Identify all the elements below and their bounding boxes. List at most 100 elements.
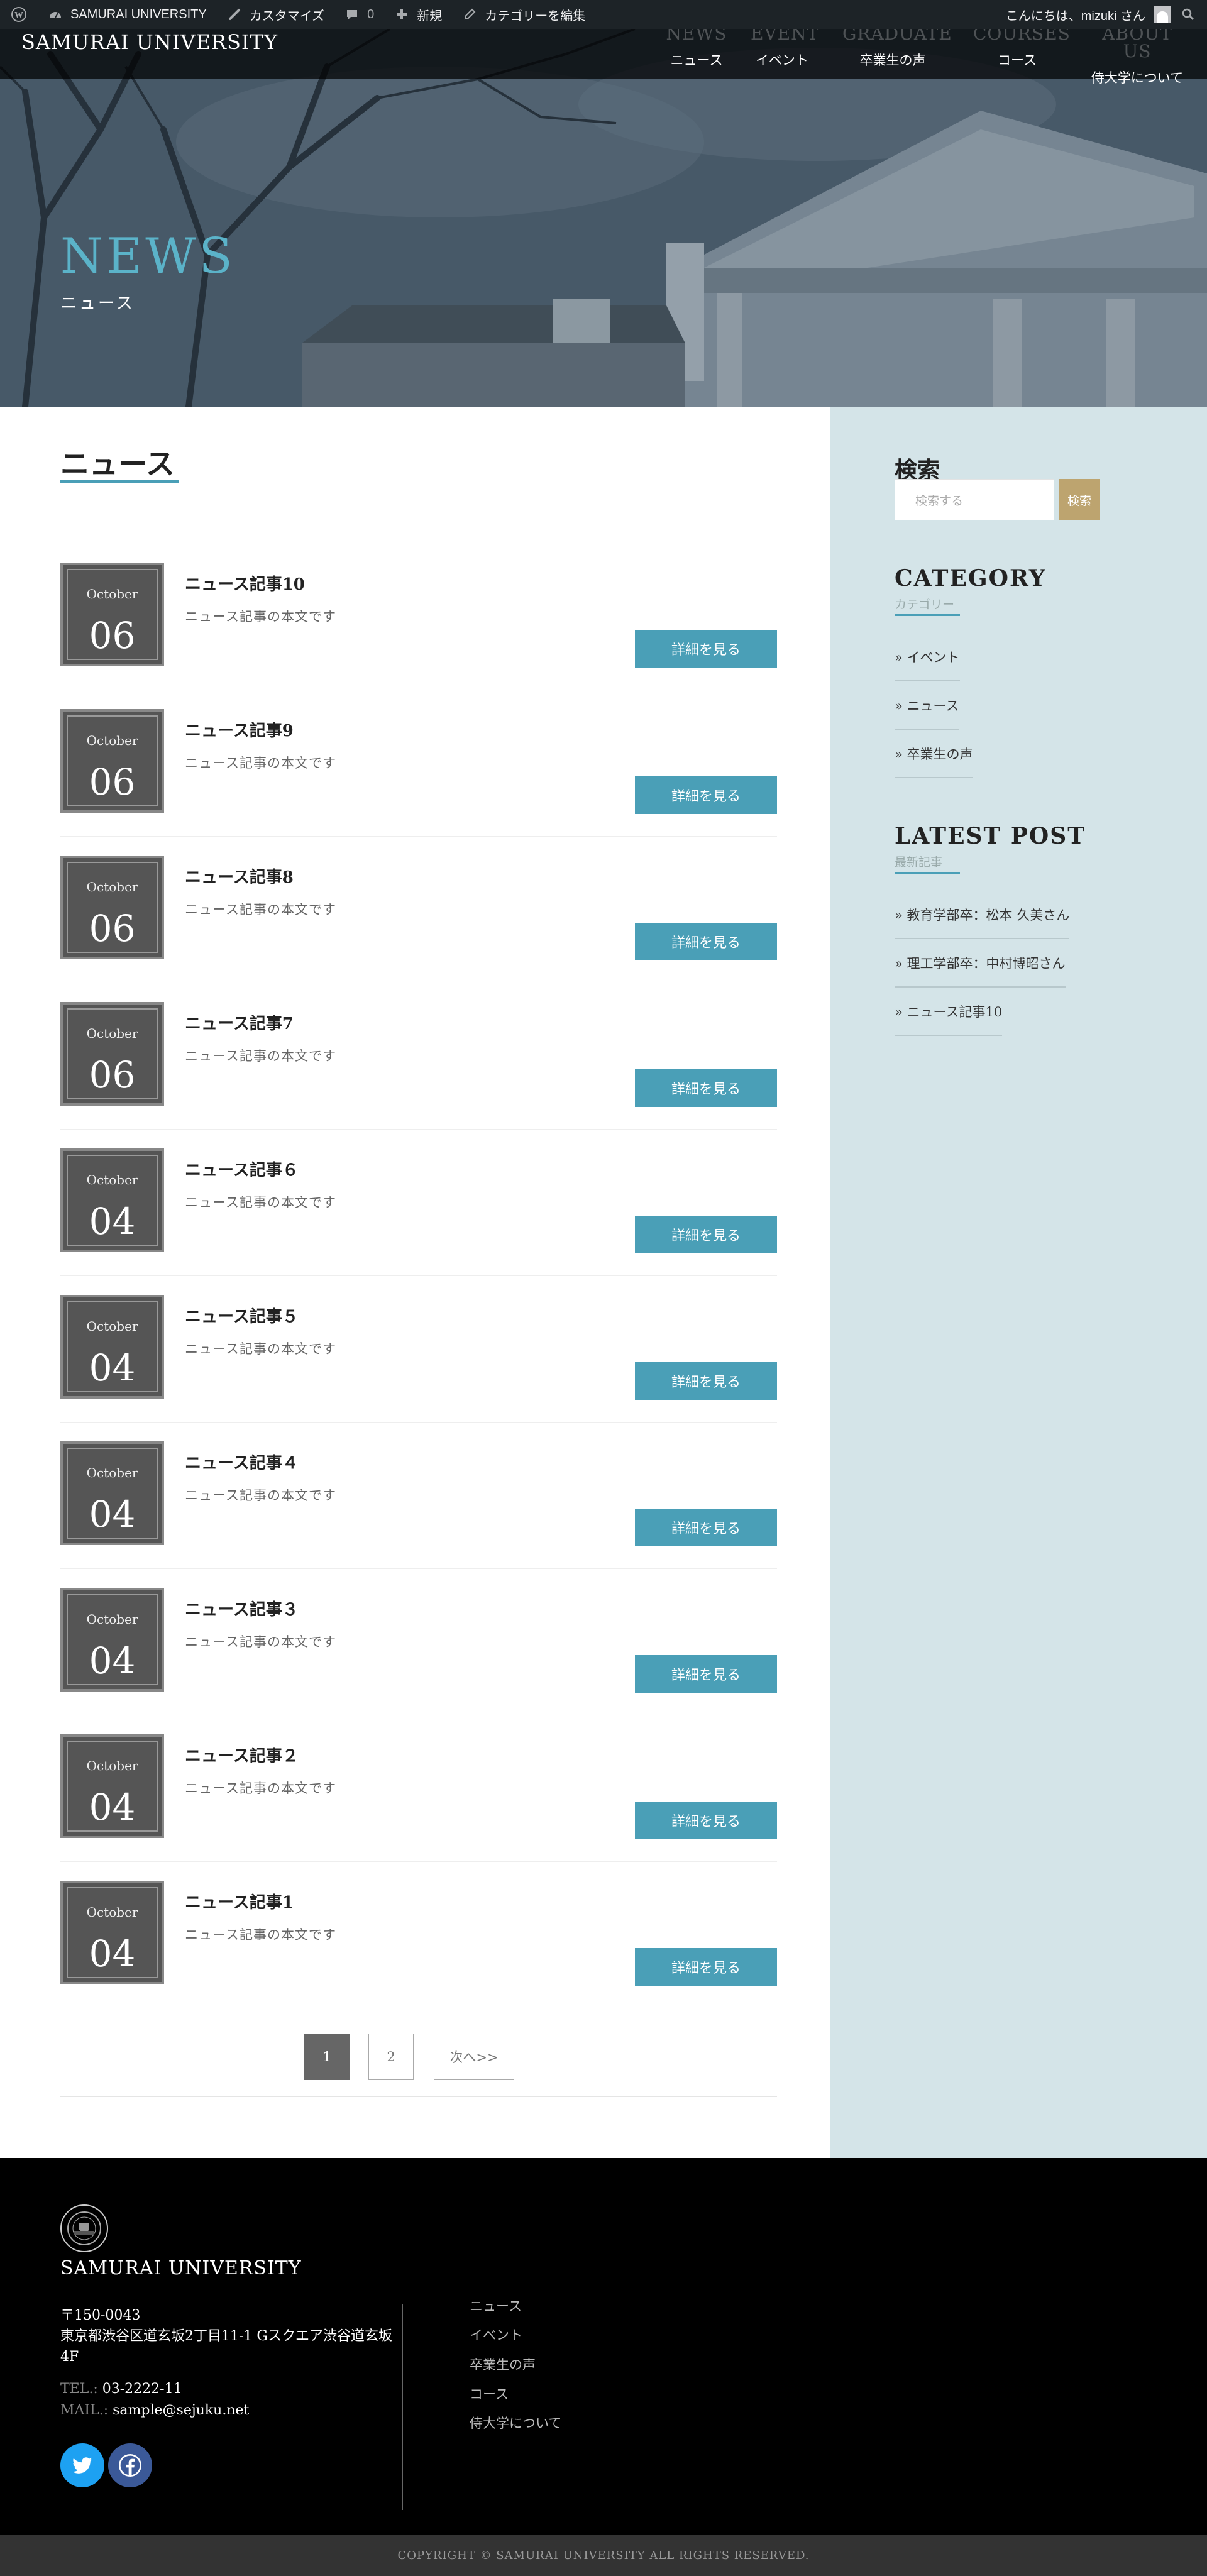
nav-graduate-label: 卒業生の声 — [859, 53, 926, 68]
latest-post-subheading: 最新記事 — [895, 856, 943, 869]
main-content: ニュース October 06 ニュース記事10 ニュース記事の本文です 詳細を見る Oc… — [0, 407, 830, 2158]
post-item: October 06 ニュース記事7 ニュース記事の本文です 詳細を見る — [60, 983, 777, 1130]
post-title[interactable]: ニュース記事9 — [185, 718, 294, 741]
read-more-button[interactable]: 詳細を見る — [635, 1948, 777, 1986]
twitter-icon[interactable] — [60, 2443, 104, 2487]
post-date-box: October 04 — [60, 1588, 164, 1692]
post-date-day: 06 — [89, 907, 136, 950]
nav-about-en: ABOUT US — [1102, 23, 1172, 62]
hero-title: NEWS — [60, 228, 236, 285]
site-header: SAMURAI UNIVERSITY NEWS ニュース EVENT イベント … — [0, 25, 1207, 86]
admin-comments-link[interactable]: 0 — [343, 6, 374, 23]
latest-post-link-2[interactable]: » 理工学部卒：中村博昭さん — [895, 954, 1066, 988]
latest-post-link-3[interactable]: » ニュース記事10 — [895, 1002, 1003, 1036]
footer-university-name: SAMURAI UNIVERSITY — [60, 2257, 302, 2279]
pagination-page-1[interactable]: 1 — [304, 2034, 350, 2080]
post-item: October 04 ニュース記事２ ニュース記事の本文です詳細を見る — [60, 1715, 777, 1862]
post-excerpt: ニュース記事の本文です — [185, 1781, 336, 1796]
post-excerpt: ニュース記事の本文です — [185, 756, 336, 771]
category-link-event[interactable]: » イベント — [895, 647, 960, 681]
search-icon[interactable] — [1179, 6, 1197, 23]
pencil-icon — [461, 6, 478, 23]
search-input[interactable]: 検索する — [895, 479, 1054, 520]
category-link-graduate[interactable]: » 卒業生の声 — [895, 744, 973, 778]
post-title[interactable]: ニュース記事３ — [185, 1597, 299, 1620]
brush-icon — [226, 6, 243, 23]
admin-greeting[interactable]: こんにちは、mizuki さん — [1006, 6, 1145, 24]
pagination: 1 2 次へ>> — [0, 2034, 830, 2084]
footer-link-event[interactable]: イベント — [470, 2325, 522, 2344]
admin-site-link[interactable]: SAMURAI UNIVERSITY — [47, 6, 207, 23]
post-excerpt: ニュース記事の本文です — [185, 1927, 336, 1942]
post-date-month: October — [86, 879, 138, 894]
post-date-day: 06 — [89, 761, 136, 803]
footer-tel-label: TEL.: — [60, 2381, 98, 2397]
footer-tel: TEL.: 03-2222-11 — [60, 2381, 182, 2397]
nav-graduate[interactable]: GRADUATE 卒業生の声 — [842, 25, 952, 79]
read-more-button[interactable]: 詳細を見る — [635, 1069, 777, 1107]
pagination-next[interactable]: 次へ>> — [434, 2034, 514, 2080]
read-more-button[interactable]: 詳細を見る — [635, 1802, 777, 1839]
nav-courses[interactable]: COURSES コース — [973, 25, 1070, 79]
admin-customize-link[interactable]: カスタマイズ — [226, 6, 324, 24]
read-more-button[interactable]: 詳細を見る — [635, 1655, 777, 1693]
copyright: COPYRIGHT © SAMURAI UNIVERSITY ALL RIGHT… — [0, 2535, 1207, 2576]
post-title[interactable]: ニュース記事10 — [185, 571, 305, 595]
category-link-news[interactable]: » ニュース — [895, 696, 959, 730]
admin-new-link[interactable]: 新規 — [393, 6, 442, 24]
nav-news[interactable]: NEWS ニュース — [665, 25, 728, 79]
user-avatar[interactable] — [1154, 6, 1171, 23]
post-excerpt: ニュース記事の本文です — [185, 609, 336, 624]
post-title[interactable]: ニュース記事６ — [185, 1157, 299, 1181]
post-date-box: October 06 — [60, 1002, 164, 1106]
post-date-box: October 04 — [60, 1734, 164, 1838]
page-title-underline — [60, 480, 179, 483]
read-more-button[interactable]: 詳細を見る — [635, 923, 777, 960]
footer-link-courses[interactable]: コース — [470, 2384, 509, 2403]
post-date-month: October — [86, 1612, 138, 1627]
post-title[interactable]: ニュース記事8 — [185, 864, 294, 888]
nav-event[interactable]: EVENT イベント — [751, 25, 818, 79]
post-date-day: 06 — [89, 614, 136, 657]
post-title[interactable]: ニュース記事7 — [185, 1011, 294, 1034]
latest-post-link-1[interactable]: » 教育学部卒：松本 久美さん — [895, 905, 1070, 939]
latest-post-underline — [895, 872, 960, 874]
admin-edit-category-link[interactable]: カテゴリーを編集 — [461, 6, 585, 24]
post-item: October 06 ニュース記事9 ニュース記事の本文です 詳細を見る — [60, 690, 777, 837]
footer-link-news[interactable]: ニュース — [470, 2296, 522, 2315]
post-title[interactable]: ニュース記事５ — [185, 1304, 299, 1327]
footer-link-about[interactable]: 侍大学について — [470, 2413, 561, 2432]
read-more-button[interactable]: 詳細を見る — [635, 776, 777, 814]
post-date-day: 04 — [89, 1786, 136, 1829]
category-heading: CATEGORY — [895, 565, 1047, 592]
read-more-button[interactable]: 詳細を見る — [635, 1216, 777, 1253]
read-more-button[interactable]: 詳細を見る — [635, 630, 777, 668]
search-button[interactable]: 検索 — [1059, 479, 1100, 520]
post-excerpt: ニュース記事の本文です — [185, 1634, 336, 1649]
pagination-page-2[interactable]: 2 — [368, 2034, 414, 2080]
footer-address: 〒150-0043 東京都渋谷区道玄坂2丁目11-1 Gスクエア渋谷道玄坂4F — [60, 2305, 394, 2367]
post-date-month: October — [86, 1758, 138, 1773]
post-date-day: 04 — [89, 1639, 136, 1682]
read-more-button[interactable]: 詳細を見る — [635, 1509, 777, 1546]
post-title[interactable]: ニュース記事1 — [185, 1890, 294, 1913]
post-title[interactable]: ニュース記事２ — [185, 1743, 299, 1766]
nav-about[interactable]: ABOUT US 侍大学について — [1086, 25, 1188, 86]
category-underline — [895, 614, 960, 616]
post-date-month: October — [86, 1026, 138, 1041]
post-date-box: October 06 — [60, 563, 164, 666]
footer-link-graduate[interactable]: 卒業生の声 — [470, 2355, 536, 2374]
footer-street-address: 東京都渋谷区道玄坂2丁目11-1 Gスクエア渋谷道玄坂4F — [60, 2328, 392, 2365]
post-date-day: 06 — [89, 1054, 136, 1096]
post-title[interactable]: ニュース記事４ — [185, 1450, 299, 1473]
nav-about-label: 侍大学について — [1091, 70, 1184, 85]
post-item: October 06 ニュース記事10 ニュース記事の本文です詳細を見る — [60, 544, 777, 690]
footer-mail: MAIL.: sample@sejuku.net — [60, 2403, 249, 2418]
facebook-icon[interactable] — [108, 2443, 152, 2487]
post-excerpt: ニュース記事の本文です — [185, 902, 336, 917]
site-logo[interactable]: SAMURAI UNIVERSITY — [21, 30, 278, 54]
wordpress-logo[interactable]: W — [10, 6, 28, 23]
read-more-button[interactable]: 詳細を見る — [635, 1362, 777, 1400]
category-subheading: カテゴリー — [895, 598, 955, 612]
footer-mail-value[interactable]: sample@sejuku.net — [113, 2403, 249, 2418]
